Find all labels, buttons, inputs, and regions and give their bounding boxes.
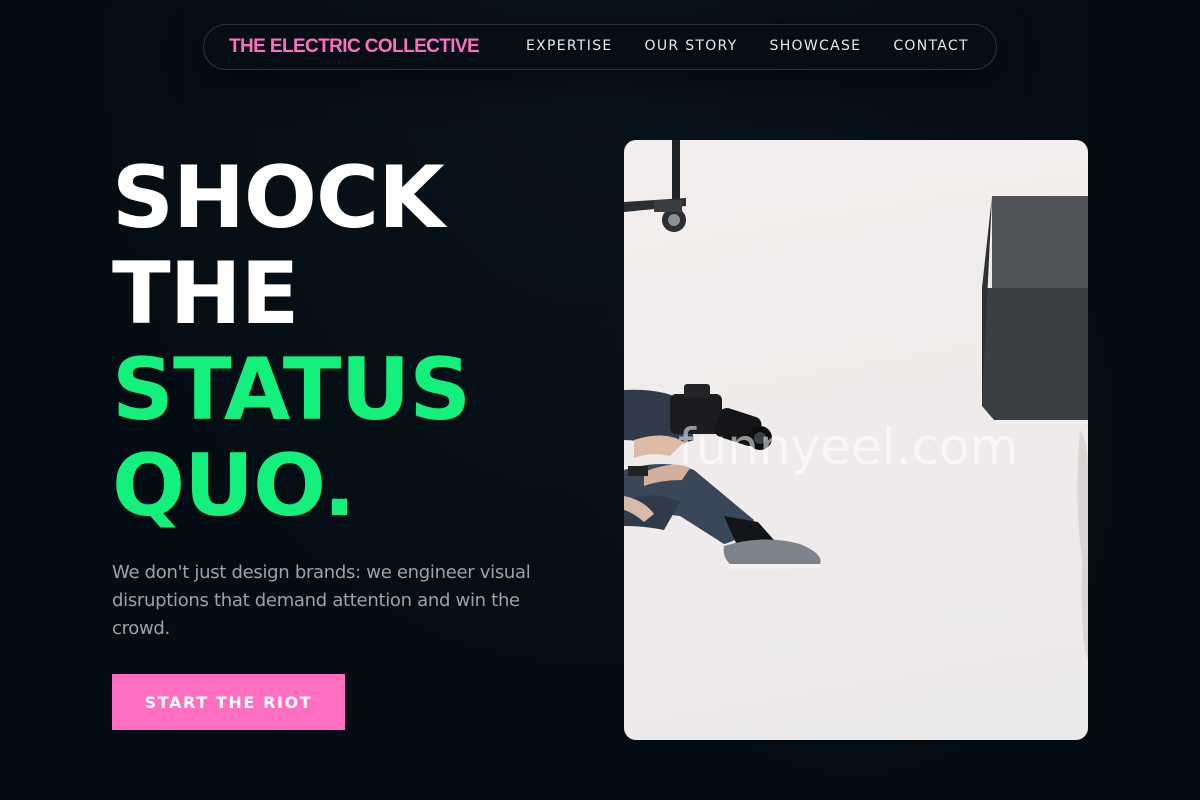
start-the-riot-button[interactable]: START THE RIOT: [112, 674, 345, 730]
nav-link-our-story[interactable]: OUR STORY: [645, 38, 738, 54]
headline-line-2: THE: [112, 244, 299, 344]
hero-description: We don't just design brands: we engineer…: [112, 562, 531, 639]
black-box: [982, 196, 1088, 420]
headline-line-1: SHOCK: [112, 148, 445, 248]
top-navbar: THE ELECTRIC COLLECTIVE EXPERTISE OUR ST…: [203, 24, 997, 70]
headline-line-3: STATUS: [112, 340, 471, 440]
nav-link-contact[interactable]: CONTACT: [893, 38, 969, 54]
hero-headline: SHOCK THE STATUS QUO.: [112, 148, 471, 536]
hero-photo: funnyeel.com: [624, 140, 1088, 740]
brand-logo[interactable]: THE ELECTRIC COLLECTIVE: [229, 36, 480, 58]
nav-link-showcase[interactable]: SHOWCASE: [770, 38, 862, 54]
photo-watermark: funnyeel.com: [678, 418, 1019, 476]
landing-page: THE ELECTRIC COLLECTIVE EXPERTISE OUR ST…: [0, 0, 1200, 800]
light-stand: [624, 140, 686, 232]
nav-links: EXPERTISE OUR STORY SHOWCASE CONTACT: [526, 38, 1001, 54]
nav-link-expertise[interactable]: EXPERTISE: [526, 38, 613, 54]
headline-line-4: QUO.: [112, 436, 356, 536]
